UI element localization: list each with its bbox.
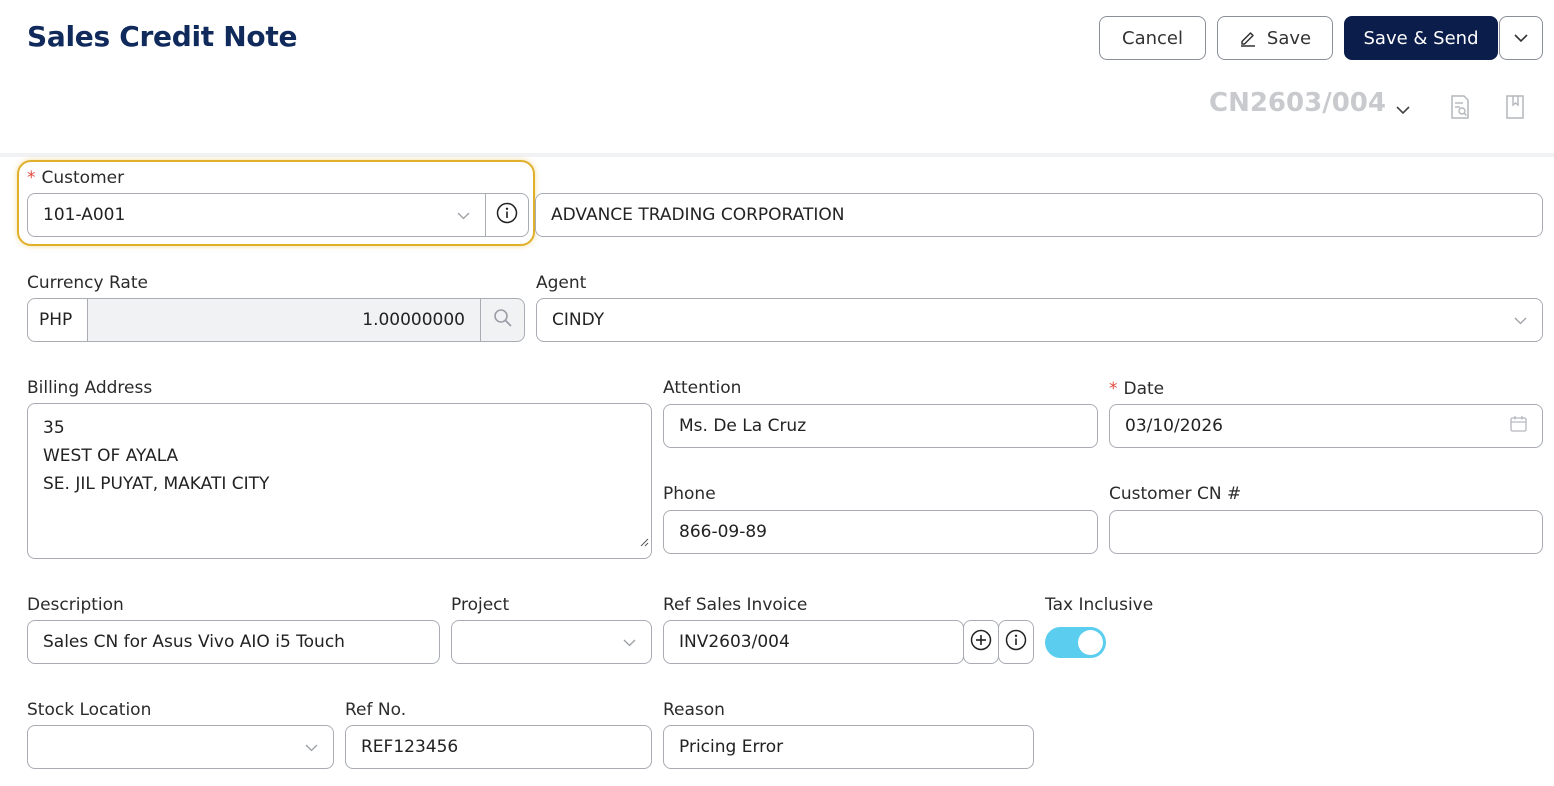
phone-field[interactable]: 866-09-89 xyxy=(663,510,1098,554)
ref-sales-invoice-value: INV2603/004 xyxy=(679,632,790,652)
currency-code: PHP xyxy=(27,298,88,342)
calendar-icon[interactable] xyxy=(1510,415,1527,437)
billing-address-textarea[interactable]: 35 WEST OF AYALA SE. JIL PUYAT, MAKATI C… xyxy=(27,403,652,559)
billing-address-line-2: WEST OF AYALA xyxy=(43,446,179,466)
currency-code-value: PHP xyxy=(39,310,73,330)
customer-info-button[interactable] xyxy=(485,193,529,237)
save-and-send-button[interactable]: Save & Send xyxy=(1344,16,1498,60)
attention-field[interactable]: Ms. De La Cruz xyxy=(663,404,1098,448)
save-label: Save xyxy=(1266,27,1312,49)
phone-label: Phone xyxy=(663,484,716,504)
date-label: * Date xyxy=(1109,379,1165,399)
reason-field[interactable]: Pricing Error xyxy=(663,725,1034,769)
customer-code-select[interactable]: 101-A001 xyxy=(27,193,486,237)
agent-label: Agent xyxy=(536,273,587,293)
customer-code-value: 101-A001 xyxy=(43,205,126,225)
customer-label: * Customer xyxy=(27,168,125,188)
required-asterisk: * xyxy=(27,168,36,188)
chevron-down-icon xyxy=(623,632,636,652)
billing-address-line-3: SE. JIL PUYAT, MAKATI CITY xyxy=(43,474,270,494)
ref-no-label: Ref No. xyxy=(345,700,407,720)
phone-value: 866-09-89 xyxy=(679,522,767,542)
description-value: Sales CN for Asus Vivo AIO i5 Touch xyxy=(43,632,345,652)
tax-inclusive-toggle[interactable] xyxy=(1045,627,1106,658)
chevron-down-icon xyxy=(1514,310,1527,330)
ref-no-value: REF123456 xyxy=(361,737,459,757)
save-button[interactable]: Save xyxy=(1217,16,1333,60)
attention-value: Ms. De La Cruz xyxy=(679,416,807,436)
date-value: 03/10/2026 xyxy=(1125,416,1223,436)
info-icon xyxy=(496,202,518,229)
resize-handle-icon[interactable] xyxy=(639,528,649,556)
bookmark-icon[interactable] xyxy=(1506,95,1524,123)
currency-rate-field[interactable]: 1.00000000 xyxy=(87,298,481,342)
toggle-knob xyxy=(1078,630,1103,655)
customer-cn-field[interactable] xyxy=(1109,510,1543,554)
header-divider xyxy=(0,153,1554,157)
invoice-info-button[interactable] xyxy=(998,620,1034,664)
cancel-button[interactable]: Cancel xyxy=(1099,16,1206,60)
document-number: CN2603/004 xyxy=(1209,88,1386,118)
required-asterisk: * xyxy=(1109,379,1118,399)
reason-label: Reason xyxy=(663,700,725,720)
info-icon xyxy=(1005,629,1027,655)
document-preview-icon[interactable] xyxy=(1450,95,1470,123)
ref-no-field[interactable]: REF123456 xyxy=(345,725,652,769)
stock-location-select[interactable] xyxy=(27,725,334,769)
chevron-down-icon xyxy=(457,205,470,225)
billing-address-line-1: 35 xyxy=(43,418,65,438)
customer-name-field[interactable]: ADVANCE TRADING CORPORATION xyxy=(535,193,1543,237)
date-field[interactable]: 03/10/2026 xyxy=(1109,404,1543,448)
document-number-chevron-icon[interactable] xyxy=(1396,100,1410,119)
description-field[interactable]: Sales CN for Asus Vivo AIO i5 Touch xyxy=(27,620,440,664)
agent-select[interactable]: CINDY xyxy=(536,298,1543,342)
chevron-down-icon xyxy=(305,737,318,757)
reason-value: Pricing Error xyxy=(679,737,784,757)
tax-inclusive-label: Tax Inclusive xyxy=(1045,595,1154,615)
save-and-send-label: Save & Send xyxy=(1363,27,1479,49)
add-invoice-button[interactable] xyxy=(963,620,999,664)
billing-address-label: Billing Address xyxy=(27,378,153,398)
customer-name-value: ADVANCE TRADING CORPORATION xyxy=(551,205,845,225)
ref-sales-invoice-label: Ref Sales Invoice xyxy=(663,595,808,615)
plus-circle-icon xyxy=(970,629,992,655)
currency-search-button[interactable] xyxy=(480,298,525,342)
currency-rate-label: Currency Rate xyxy=(27,273,148,293)
search-icon xyxy=(493,308,513,333)
currency-rate-value: 1.00000000 xyxy=(362,310,465,330)
chevron-down-icon xyxy=(1514,33,1528,43)
project-label: Project xyxy=(451,595,510,615)
ref-sales-invoice-field[interactable]: INV2603/004 xyxy=(663,620,964,664)
attention-label: Attention xyxy=(663,378,742,398)
project-select[interactable] xyxy=(451,620,652,664)
pencil-icon xyxy=(1239,29,1257,47)
customer-cn-label: Customer CN # xyxy=(1109,484,1242,504)
stock-location-label: Stock Location xyxy=(27,700,152,720)
cancel-label: Cancel xyxy=(1122,27,1183,49)
agent-value: CINDY xyxy=(552,310,605,330)
description-label: Description xyxy=(27,595,124,615)
page-title: Sales Credit Note xyxy=(27,20,298,53)
more-actions-dropdown-button[interactable] xyxy=(1499,16,1543,60)
